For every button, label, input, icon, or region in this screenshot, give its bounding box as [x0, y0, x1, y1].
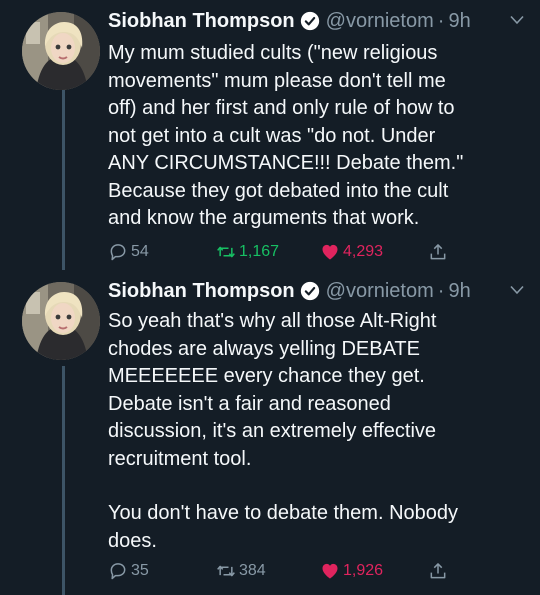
share-button[interactable]	[428, 561, 448, 581]
paragraph-break	[108, 473, 526, 500]
retweet-icon	[217, 246, 235, 258]
tweet-text: So yeah that's why all those Alt-Right ch…	[108, 308, 526, 555]
like-count: 1,926	[343, 562, 384, 579]
tweet-timestamp[interactable]: 9h	[448, 10, 470, 33]
reply-icon	[110, 563, 126, 580]
author-name[interactable]: Siobhan Thompson	[108, 280, 295, 303]
tweet-text: My mum studied cults ("new religious move…	[108, 40, 526, 233]
like-button[interactable]: 4,293	[320, 242, 383, 262]
tweet-text-line: MEEEEEEE every chance they get.	[108, 365, 425, 387]
tweet-text-line: movements" mum please don't tell me	[108, 69, 446, 92]
tweet-text-line: and know the arguments that work.	[108, 207, 420, 229]
separator-dot: ·	[437, 279, 445, 302]
tweet-header: Siobhan Thompson @vornietom · 9h	[108, 6, 528, 36]
verified-badge-icon	[300, 11, 319, 31]
tweet-text-line: chodes are always yelling DEBATE	[108, 337, 420, 360]
tweet-text-line: ANY CIRCUMSTANCE!!! Debate them."	[108, 152, 464, 174]
separator-dot: ·	[437, 9, 445, 32]
tweet-text-line: Because they got debated into the cult	[108, 179, 449, 202]
tweet-text-line: discussion, it's an extremely effective	[108, 420, 437, 442]
tweet-text-line: So yeah that's why all those Alt-Right	[108, 310, 437, 332]
tweet-actions: 35 384 1,926	[108, 561, 540, 585]
like-count: 4,293	[343, 243, 384, 260]
like-button[interactable]: 1,926	[320, 561, 383, 581]
tweet-timestamp[interactable]: 9h	[448, 280, 470, 303]
tweet-header: Siobhan Thompson @vornietom · 9h	[108, 276, 528, 306]
avatar[interactable]	[22, 282, 100, 360]
retweet-button[interactable]: 384	[216, 561, 266, 581]
author-name[interactable]: Siobhan Thompson	[108, 10, 295, 33]
retweet-count: 1,167	[239, 243, 280, 260]
retweet-icon	[217, 565, 235, 577]
like-heart-icon	[322, 244, 338, 260]
share-icon	[430, 244, 446, 260]
tweet-text-line: off) and her first and only rule of how …	[108, 97, 455, 119]
tweet-text-line: You don't have to debate them. Nobody	[108, 502, 459, 524]
author-handle[interactable]: @vornietom	[326, 10, 434, 33]
retweet-count: 384	[239, 562, 266, 579]
reply-icon	[110, 244, 126, 261]
tweet-text-line: does.	[108, 529, 157, 552]
reply-button[interactable]: 35	[108, 561, 149, 581]
share-button[interactable]	[428, 242, 448, 262]
tweet-text-line: recruitment tool.	[108, 447, 252, 470]
author-handle[interactable]: @vornietom	[326, 280, 434, 303]
tweet-text-line: My mum studied cults ("new religious	[108, 42, 438, 64]
chevron-down-icon[interactable]	[510, 285, 524, 295]
tweet-thread: Siobhan Thompson @vornietom · 9h My mum stud…	[0, 0, 540, 595]
tweet-actions: 54 1,167 4,293	[108, 242, 540, 266]
retweet-button[interactable]: 1,167	[216, 242, 279, 262]
thread-connector-line	[62, 366, 65, 595]
thread-connector-line	[62, 82, 65, 270]
chevron-down-icon[interactable]	[510, 15, 524, 25]
reply-count: 54	[131, 243, 149, 260]
avatar[interactable]	[22, 12, 100, 90]
verified-badge-icon	[300, 281, 319, 301]
reply-count: 35	[131, 562, 149, 579]
reply-button[interactable]: 54	[108, 242, 149, 262]
share-icon	[430, 563, 446, 579]
like-heart-icon	[322, 563, 338, 579]
tweet-text-line: not get into a cult was "do not. Under	[108, 124, 436, 147]
tweet-text-line: Debate isn't a fair and reasoned	[108, 392, 391, 415]
